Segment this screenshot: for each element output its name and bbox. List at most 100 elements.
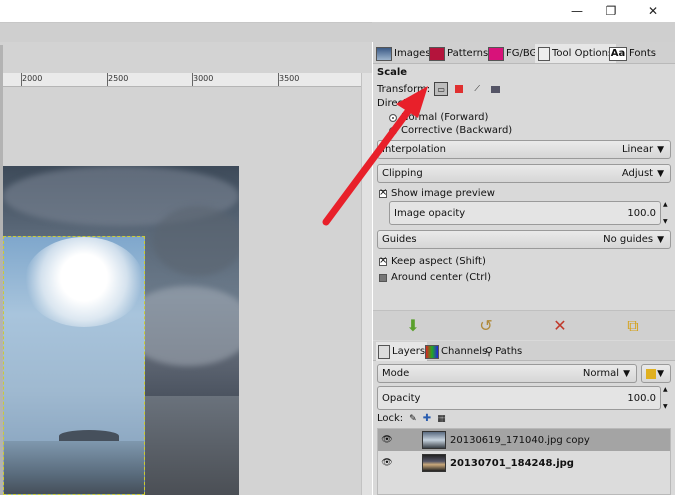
ruler-label: 3000 — [193, 74, 214, 83]
lock-pixels-icon[interactable]: ✎ — [409, 414, 417, 424]
tab-paths[interactable]: ⚲ Paths — [485, 342, 522, 361]
radio-icon[interactable] — [389, 113, 397, 122]
keep-aspect-checkbox[interactable]: Keep aspect (Shift) — [379, 255, 486, 267]
mode-value: Normal — [582, 368, 620, 379]
layer-opacity-value[interactable]: 100.0 — [627, 393, 656, 404]
ruler-label: 3500 — [279, 74, 300, 83]
guides-select[interactable]: Guides No guides ▼ — [377, 230, 671, 249]
direction-backward-option[interactable]: Corrective (Backward) — [389, 125, 512, 136]
fgbg-icon — [488, 46, 504, 61]
save-options-icon[interactable]: ⬇ — [403, 316, 423, 336]
patterns-icon — [429, 46, 445, 61]
show-preview-checkbox[interactable]: Show image preview — [379, 187, 495, 199]
ruler-label: 2000 — [22, 74, 43, 83]
layers-dock-tabs: Layers Channels ⚲ Paths — [373, 341, 675, 361]
ruler-tick — [192, 73, 193, 86]
tab-label: Paths — [495, 346, 523, 357]
checkbox-icon[interactable] — [379, 187, 387, 198]
layer-row[interactable]: 👁 20130701_184248.jpg — [378, 452, 670, 474]
image-opacity-spinner[interactable]: ▲ ▼ — [663, 201, 671, 225]
sun — [24, 237, 144, 327]
tab-label: Images — [394, 48, 431, 59]
checkbox-icon[interactable] — [379, 273, 387, 282]
tab-label: Layers — [392, 346, 426, 357]
layer-name: 20130701_184248.jpg — [450, 457, 574, 469]
transform-selection-icon[interactable] — [452, 82, 466, 96]
water — [4, 441, 144, 494]
layer-opacity-spinner[interactable]: ▲ ▼ — [663, 386, 671, 410]
layer-name: 20130619_171040.jpg copy — [450, 434, 590, 446]
chevron-down-icon: ▼ — [657, 368, 664, 379]
around-center-label: Around center (Ctrl) — [391, 272, 491, 283]
layers-icon — [378, 344, 390, 359]
transform-path-icon[interactable]: ⟋ — [470, 82, 484, 96]
restore-button[interactable]: ❐ — [594, 0, 628, 22]
clipping-label: Clipping — [382, 168, 423, 179]
layer-mode-select[interactable]: Mode Normal ▼ — [377, 364, 637, 383]
tab-images[interactable]: Images — [376, 44, 431, 63]
tab-label: Tool Options — [552, 48, 614, 59]
window-titlebar: — ❐ ✕ — [0, 0, 675, 22]
image-window-header — [0, 22, 372, 42]
tab-layers[interactable]: Layers — [376, 342, 428, 361]
restore-icon[interactable]: ↺ — [476, 316, 496, 336]
delete-icon[interactable]: ✕ — [550, 316, 570, 336]
mode-effects-button[interactable]: ▼ — [641, 364, 671, 383]
layer-opacity-slider[interactable]: Opacity 100.0 — [377, 386, 661, 410]
visibility-eye-icon[interactable]: 👁 — [378, 435, 396, 445]
layer-list: 👁 20130619_171040.jpg copy 👁 20130701_18… — [377, 428, 671, 495]
chevron-down-icon: ▼ — [657, 144, 664, 155]
tab-tool-options[interactable]: Tool Options — [535, 44, 617, 63]
tab-fonts[interactable]: Aa Fonts — [609, 44, 656, 63]
radio-icon[interactable] — [389, 126, 397, 135]
right-dock: Images Patterns FG/BG Tool Options Aa Fo… — [373, 42, 675, 495]
direction-forward-option[interactable]: Normal (Forward) — [389, 112, 488, 123]
layer-row[interactable]: 👁 20130619_171040.jpg copy — [378, 429, 670, 451]
visibility-eye-icon[interactable]: 👁 — [378, 458, 396, 468]
lock-alpha-icon[interactable]: ▦ — [437, 414, 446, 424]
reset-icon[interactable]: ⧉ — [623, 316, 643, 336]
transform-label: Transform: — [377, 83, 431, 95]
tab-patterns[interactable]: Patterns — [429, 44, 488, 63]
layer-thumbnail — [422, 454, 446, 472]
channels-icon — [425, 344, 439, 359]
interpolation-value: Linear — [621, 144, 654, 155]
transform-layer-icon[interactable]: ▭ — [434, 82, 449, 96]
lock-label: Lock: — [377, 413, 404, 424]
guides-value: No guides — [603, 234, 654, 245]
tool-options-icon — [538, 46, 550, 61]
ruler-tick — [107, 73, 108, 86]
interpolation-select[interactable]: Interpolation Linear ▼ — [377, 140, 671, 159]
image-opacity-slider[interactable]: Image opacity 100.0 — [389, 201, 661, 225]
chevron-down-icon: ▼ — [657, 168, 664, 179]
clipping-select[interactable]: Clipping Adjust ▼ — [377, 164, 671, 183]
tab-label: FG/BG — [506, 48, 538, 59]
interpolation-label: Interpolation — [382, 144, 446, 155]
cloud — [153, 206, 239, 276]
direction-label: Direction — [377, 98, 423, 109]
chevron-down-icon: ▼ — [657, 234, 664, 245]
tab-fgbg[interactable]: FG/BG — [488, 44, 537, 63]
tab-channels[interactable]: Channels — [425, 342, 487, 361]
image-lower-right — [145, 396, 239, 495]
images-icon — [376, 46, 392, 61]
layer-opacity-label: Opacity — [382, 392, 421, 404]
tool-title: Scale — [377, 67, 408, 78]
image-opacity-value[interactable]: 100.0 — [627, 208, 656, 219]
clipping-value: Adjust — [621, 168, 654, 179]
transform-image-icon[interactable] — [488, 82, 502, 96]
around-center-checkbox[interactable]: Around center (Ctrl) — [379, 272, 491, 283]
checkbox-icon[interactable] — [379, 255, 387, 266]
image-canvas[interactable] — [3, 166, 239, 495]
lock-position-icon[interactable]: ✚ — [423, 413, 431, 424]
tab-label: Fonts — [629, 48, 656, 59]
minimize-button[interactable]: — — [560, 0, 594, 22]
fonts-icon: Aa — [609, 46, 627, 61]
tab-label: Channels — [441, 346, 488, 357]
close-button[interactable]: ✕ — [636, 0, 670, 22]
radio-label: Normal (Forward) — [401, 112, 489, 123]
scale-selection-layer[interactable] — [3, 236, 145, 495]
mode-label: Mode — [382, 368, 410, 379]
horizontal-ruler[interactable]: 2000 2500 3000 3500 — [0, 73, 361, 87]
vertical-scrollbar[interactable] — [361, 73, 372, 495]
